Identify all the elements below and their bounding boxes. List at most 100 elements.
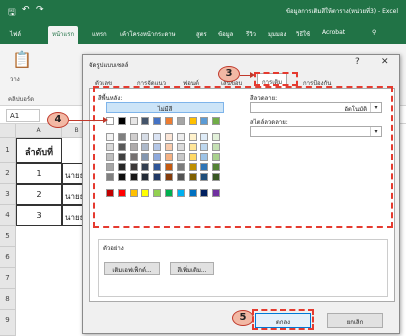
color-swatch-tint2-7[interactable] <box>176 143 185 151</box>
select-all-corner[interactable] <box>0 124 16 138</box>
color-swatch-tint4-4[interactable] <box>141 163 150 171</box>
tab-fill[interactable]: การเติม <box>257 73 288 88</box>
help-button[interactable]: ? <box>355 57 360 67</box>
color-swatch-tint1-4[interactable] <box>141 133 150 141</box>
color-swatch-tint2-8[interactable] <box>188 143 197 151</box>
color-swatch-standard-2[interactable] <box>117 189 126 197</box>
color-swatch-tint2-3[interactable] <box>129 143 138 151</box>
row-header-5[interactable]: 5 <box>0 226 16 247</box>
tab-acrobat[interactable]: Acrobat <box>322 29 345 36</box>
save-icon[interactable]: 🖫 <box>8 5 16 21</box>
row-header-3[interactable]: 3 <box>0 184 16 205</box>
no-color-button[interactable]: ไม่มีสี <box>106 102 224 113</box>
name-box[interactable]: A1 <box>6 109 40 122</box>
search-icon[interactable]: ⚲ <box>372 29 376 36</box>
tab-number[interactable]: ตัวเลข <box>91 75 116 88</box>
color-swatch-tint1-2[interactable] <box>117 133 126 141</box>
color-swatch-tint5-6[interactable] <box>165 173 173 181</box>
row-header-2[interactable]: 2 <box>0 163 16 184</box>
color-swatch-tint4-5[interactable] <box>153 163 162 171</box>
color-swatch-tint4-10[interactable] <box>212 163 221 171</box>
paste-icon[interactable]: 📋 <box>12 50 32 69</box>
tab-view[interactable]: มุมมอง <box>268 29 286 39</box>
row-header-9[interactable]: 9 <box>0 310 16 336</box>
cell-a1[interactable]: ลำดับที่ <box>16 138 62 163</box>
color-swatch-tint1-1[interactable] <box>106 133 114 141</box>
color-swatch-tint3-1[interactable] <box>106 153 114 161</box>
color-swatch-tint2-1[interactable] <box>106 143 114 151</box>
color-swatch-theme-10[interactable] <box>212 117 221 125</box>
color-swatch-tint1-10[interactable] <box>212 133 221 141</box>
tab-home[interactable]: หน้าแรก <box>48 26 79 44</box>
cell-a3[interactable]: 2 <box>16 184 62 205</box>
color-swatch-tint1-8[interactable] <box>188 133 197 141</box>
color-swatch-tint5-9[interactable] <box>200 173 209 181</box>
color-swatch-tint3-2[interactable] <box>117 153 126 161</box>
color-swatch-tint2-9[interactable] <box>200 143 209 151</box>
color-swatch-theme-5[interactable] <box>153 117 162 125</box>
row-header-4[interactable]: 4 <box>0 205 16 226</box>
color-swatch-tint2-2[interactable] <box>117 143 126 151</box>
redo-icon[interactable]: ↷ <box>36 5 44 15</box>
paste-label[interactable]: วาง <box>10 74 20 84</box>
color-swatch-standard-1[interactable] <box>106 189 114 197</box>
color-swatch-standard-10[interactable] <box>212 189 221 197</box>
color-swatch-tint3-8[interactable] <box>188 153 197 161</box>
color-swatch-tint4-7[interactable] <box>176 163 185 171</box>
color-swatch-tint4-1[interactable] <box>106 163 114 171</box>
color-swatch-tint5-5[interactable] <box>153 173 162 181</box>
color-swatch-tint1-5[interactable] <box>153 133 162 141</box>
color-swatch-tint1-6[interactable] <box>165 133 173 141</box>
color-swatch-tint4-3[interactable] <box>129 163 138 171</box>
row-header-6[interactable]: 6 <box>0 247 16 268</box>
color-swatch-standard-8[interactable] <box>188 189 197 197</box>
color-swatch-standard-7[interactable] <box>176 189 185 197</box>
color-swatch-tint4-9[interactable] <box>200 163 209 171</box>
color-swatch-tint5-8[interactable] <box>188 173 197 181</box>
ok-button[interactable]: ตกลง <box>255 313 311 328</box>
color-swatch-theme-7[interactable] <box>176 117 185 125</box>
color-swatch-tint3-4[interactable] <box>141 153 150 161</box>
tab-protection[interactable]: การป้องกัน <box>299 75 335 88</box>
pattern-style-select[interactable]: ▾ <box>250 126 382 137</box>
tab-insert[interactable]: แทรก <box>92 29 107 39</box>
color-swatch-tint1-9[interactable] <box>200 133 209 141</box>
color-swatch-standard-3[interactable] <box>129 189 138 197</box>
color-swatch-standard-4[interactable] <box>141 189 150 197</box>
row-header-7[interactable]: 7 <box>0 268 16 289</box>
color-swatch-tint5-3[interactable] <box>129 173 138 181</box>
pattern-color-select[interactable]: อัตโนมัติ ▾ <box>250 102 382 113</box>
color-swatch-tint3-10[interactable] <box>212 153 221 161</box>
color-swatch-theme-6[interactable] <box>165 117 173 125</box>
undo-icon[interactable]: ↶ <box>22 5 30 15</box>
tab-data[interactable]: ข้อมูล <box>218 29 233 39</box>
color-swatch-tint1-7[interactable] <box>176 133 185 141</box>
color-swatch-tint2-10[interactable] <box>212 143 221 151</box>
color-swatch-tint3-3[interactable] <box>129 153 138 161</box>
color-swatch-tint5-1[interactable] <box>106 173 114 181</box>
color-swatch-tint5-4[interactable] <box>141 173 150 181</box>
color-swatch-tint4-6[interactable] <box>165 163 173 171</box>
color-swatch-standard-5[interactable] <box>153 189 162 197</box>
color-swatch-tint5-10[interactable] <box>212 173 221 181</box>
tab-file[interactable]: ไฟล์ <box>10 29 21 39</box>
cell-a2[interactable]: 1 <box>16 163 62 184</box>
color-swatch-tint3-9[interactable] <box>200 153 209 161</box>
color-swatch-tint5-2[interactable] <box>117 173 126 181</box>
color-swatch-tint4-2[interactable] <box>117 163 126 171</box>
tab-alignment[interactable]: การจัดแนว <box>133 75 170 88</box>
tab-formulas[interactable]: สูตร <box>196 29 207 39</box>
tab-review[interactable]: รีวิว <box>246 29 256 39</box>
cancel-button[interactable]: ยกเลิก <box>327 313 383 328</box>
color-swatch-theme-3[interactable] <box>129 117 138 125</box>
color-swatch-standard-6[interactable] <box>165 189 173 197</box>
color-swatch-standard-9[interactable] <box>200 189 209 197</box>
cell-a4[interactable]: 3 <box>16 205 62 226</box>
color-swatch-tint2-6[interactable] <box>165 143 173 151</box>
close-button[interactable]: ✕ <box>381 57 389 67</box>
tab-font[interactable]: ฟอนต์ <box>179 75 203 88</box>
color-swatch-tint1-3[interactable] <box>129 133 138 141</box>
tab-page-layout[interactable]: เค้าโครงหน้ากระดาษ <box>120 29 176 39</box>
color-swatch-tint3-7[interactable] <box>176 153 185 161</box>
color-swatch-theme-9[interactable] <box>200 117 209 125</box>
